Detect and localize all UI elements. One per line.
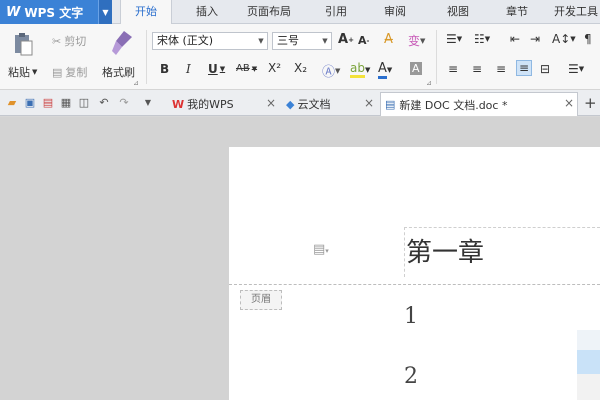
chevron-down-icon[interactable]: ▼: [98, 0, 112, 24]
tab-view[interactable]: 视图: [437, 0, 479, 24]
grow-font-glyph: A: [338, 32, 349, 47]
copy-label: 复制: [65, 66, 88, 79]
divider: [146, 30, 147, 84]
chevron-down-icon: ▼: [251, 64, 258, 73]
phonetic-icon[interactable]: 变 ▼: [408, 32, 425, 49]
strikethrough-button[interactable]: AB ▼: [236, 63, 257, 74]
chapter-title[interactable]: 第一章: [406, 232, 484, 269]
document-icon: ▤: [385, 98, 396, 111]
paste-label: 粘贴: [8, 66, 30, 79]
new-tab-plus-icon[interactable]: +: [584, 94, 597, 112]
paragraph-line[interactable]: 2: [404, 364, 418, 389]
divider: [436, 30, 437, 84]
header-tag: 页眉: [240, 290, 282, 310]
bold-button[interactable]: B: [160, 62, 169, 76]
chevron-down-icon: ▼: [219, 65, 226, 73]
decrease-indent-icon[interactable]: ⇤: [510, 32, 520, 46]
tab-review[interactable]: 审阅: [374, 0, 416, 24]
open-folder-icon[interactable]: ▰: [6, 97, 18, 109]
document-outline-icon[interactable]: ▤▾: [313, 242, 329, 257]
paste-icon[interactable]: [12, 30, 36, 58]
close-icon[interactable]: ×: [564, 96, 574, 110]
justify-icon[interactable]: ≡: [516, 60, 533, 76]
align-left-icon[interactable]: ≡: [448, 62, 458, 76]
cut-button[interactable]: ✂ 剪切: [52, 33, 86, 49]
shrink-font-glyph: A: [358, 34, 367, 47]
cloud-icon: ◆: [286, 97, 295, 111]
copy-button[interactable]: ▤ 复制: [52, 64, 87, 80]
redo-icon[interactable]: ↷: [118, 97, 130, 109]
wps-logo-icon: W: [6, 4, 21, 20]
distribute-icon[interactable]: ⊟: [540, 62, 550, 76]
chevron-down-icon: ▼: [258, 37, 264, 45]
align-center-icon[interactable]: ≡: [472, 62, 482, 76]
chevron-down-icon: ▼: [322, 37, 328, 45]
tab-my-wps[interactable]: W 我的WPS: [172, 92, 234, 116]
tab-page-layout[interactable]: 页面布局: [238, 0, 300, 24]
tab-new-doc[interactable]: ▤ 新建 DOC 文档.doc *: [380, 92, 578, 116]
paste-button[interactable]: 粘贴 ▼: [8, 64, 37, 80]
header-boundary-line: [229, 284, 600, 285]
font-color-icon[interactable]: A ▼: [378, 61, 392, 79]
bullet-list-icon[interactable]: ☰ ▼: [446, 32, 462, 46]
export-pdf-icon[interactable]: ▤: [42, 97, 54, 109]
save-icon[interactable]: ▣: [24, 97, 36, 109]
print-preview-icon[interactable]: ◫: [78, 97, 90, 109]
chevron-down-icon: ▼: [32, 68, 38, 76]
show-marks-icon[interactable]: ¶: [584, 32, 592, 46]
superscript-button[interactable]: X²: [268, 61, 281, 75]
customize-chevron-icon[interactable]: ▼: [142, 97, 154, 109]
font-name-select[interactable]: 宋体 (正文) ▼: [152, 32, 268, 50]
app-name: WPS 文字: [24, 5, 84, 20]
print-icon[interactable]: ▦: [60, 97, 72, 109]
ribbon-tab-row: W WPS 文字 ▼ 开始 插入 页面布局 引用 审阅 视图 章节 开发工具: [0, 0, 600, 25]
launcher-icon[interactable]: ⊿: [426, 79, 432, 87]
clear-format-icon[interactable]: A̶: [384, 32, 393, 47]
tab-new-doc-label: 新建 DOC 文档.doc *: [399, 98, 508, 112]
shrink-font-button[interactable]: A-: [358, 34, 369, 47]
line-spacing-icon[interactable]: ☰ ▼: [568, 62, 584, 76]
launcher-icon[interactable]: ⊿: [133, 79, 139, 87]
undo-icon[interactable]: ↶: [98, 97, 110, 109]
tab-chapter[interactable]: 章节: [496, 0, 538, 24]
tab-cloud-docs-label: 云文档: [297, 98, 331, 111]
text-effect-icon[interactable]: Ⓐ ▼: [322, 61, 340, 80]
tab-cloud-docs[interactable]: ◆ 云文档: [286, 92, 330, 116]
tab-insert[interactable]: 插入: [186, 0, 228, 24]
font-size-value: 三号: [277, 34, 299, 47]
side-panel-strip[interactable]: [577, 330, 600, 400]
tab-developer[interactable]: 开发工具: [554, 0, 600, 24]
font-name-value: 宋体 (正文): [157, 34, 214, 47]
close-icon[interactable]: ×: [364, 96, 374, 110]
tab-home[interactable]: 开始: [120, 0, 172, 25]
highlight-icon[interactable]: ab ▼: [350, 61, 370, 78]
tab-my-wps-label: 我的WPS: [187, 98, 234, 111]
sort-icon[interactable]: A↕ ▼: [552, 32, 576, 46]
font-size-select[interactable]: 三号 ▼: [272, 32, 332, 50]
italic-button[interactable]: I: [186, 62, 191, 76]
underline-button[interactable]: U ▼: [208, 62, 225, 76]
subscript-button[interactable]: X₂: [294, 61, 307, 75]
paragraph-line[interactable]: 1: [404, 304, 418, 329]
numbered-list-icon[interactable]: ☷ ▼: [474, 32, 490, 46]
copy-icon: ▤: [52, 65, 63, 79]
brush-icon[interactable]: [110, 28, 134, 58]
quick-access-bar: ▰ ▣ ▤ ▦ ◫ ↶ ↷ ▼ W 我的WPS × ◆ 云文档 × ▤ 新建 D…: [0, 90, 600, 116]
grow-font-button[interactable]: A +: [338, 32, 354, 47]
char-shading-icon[interactable]: A: [410, 62, 422, 75]
wps-logo-icon: W: [172, 97, 185, 111]
close-icon[interactable]: ×: [266, 96, 276, 110]
scissors-icon: ✂: [52, 34, 62, 48]
app-menu-button[interactable]: W WPS 文字 ▼: [0, 0, 112, 24]
strikethrough-glyph: AB: [236, 63, 250, 74]
tab-references[interactable]: 引用: [315, 0, 357, 24]
ribbon-home: 粘贴 ▼ ✂ 剪切 ▤ 复制 格式刷 ⊿ 宋体 (正文) ▼ 三号 ▼ A + A- A…: [0, 24, 600, 90]
format-painter-button[interactable]: 格式刷: [102, 64, 135, 80]
cut-label: 剪切: [64, 35, 87, 48]
increase-indent-icon[interactable]: ⇥: [530, 32, 540, 46]
align-right-icon[interactable]: ≡: [496, 62, 506, 76]
underline-glyph: U: [208, 62, 218, 76]
